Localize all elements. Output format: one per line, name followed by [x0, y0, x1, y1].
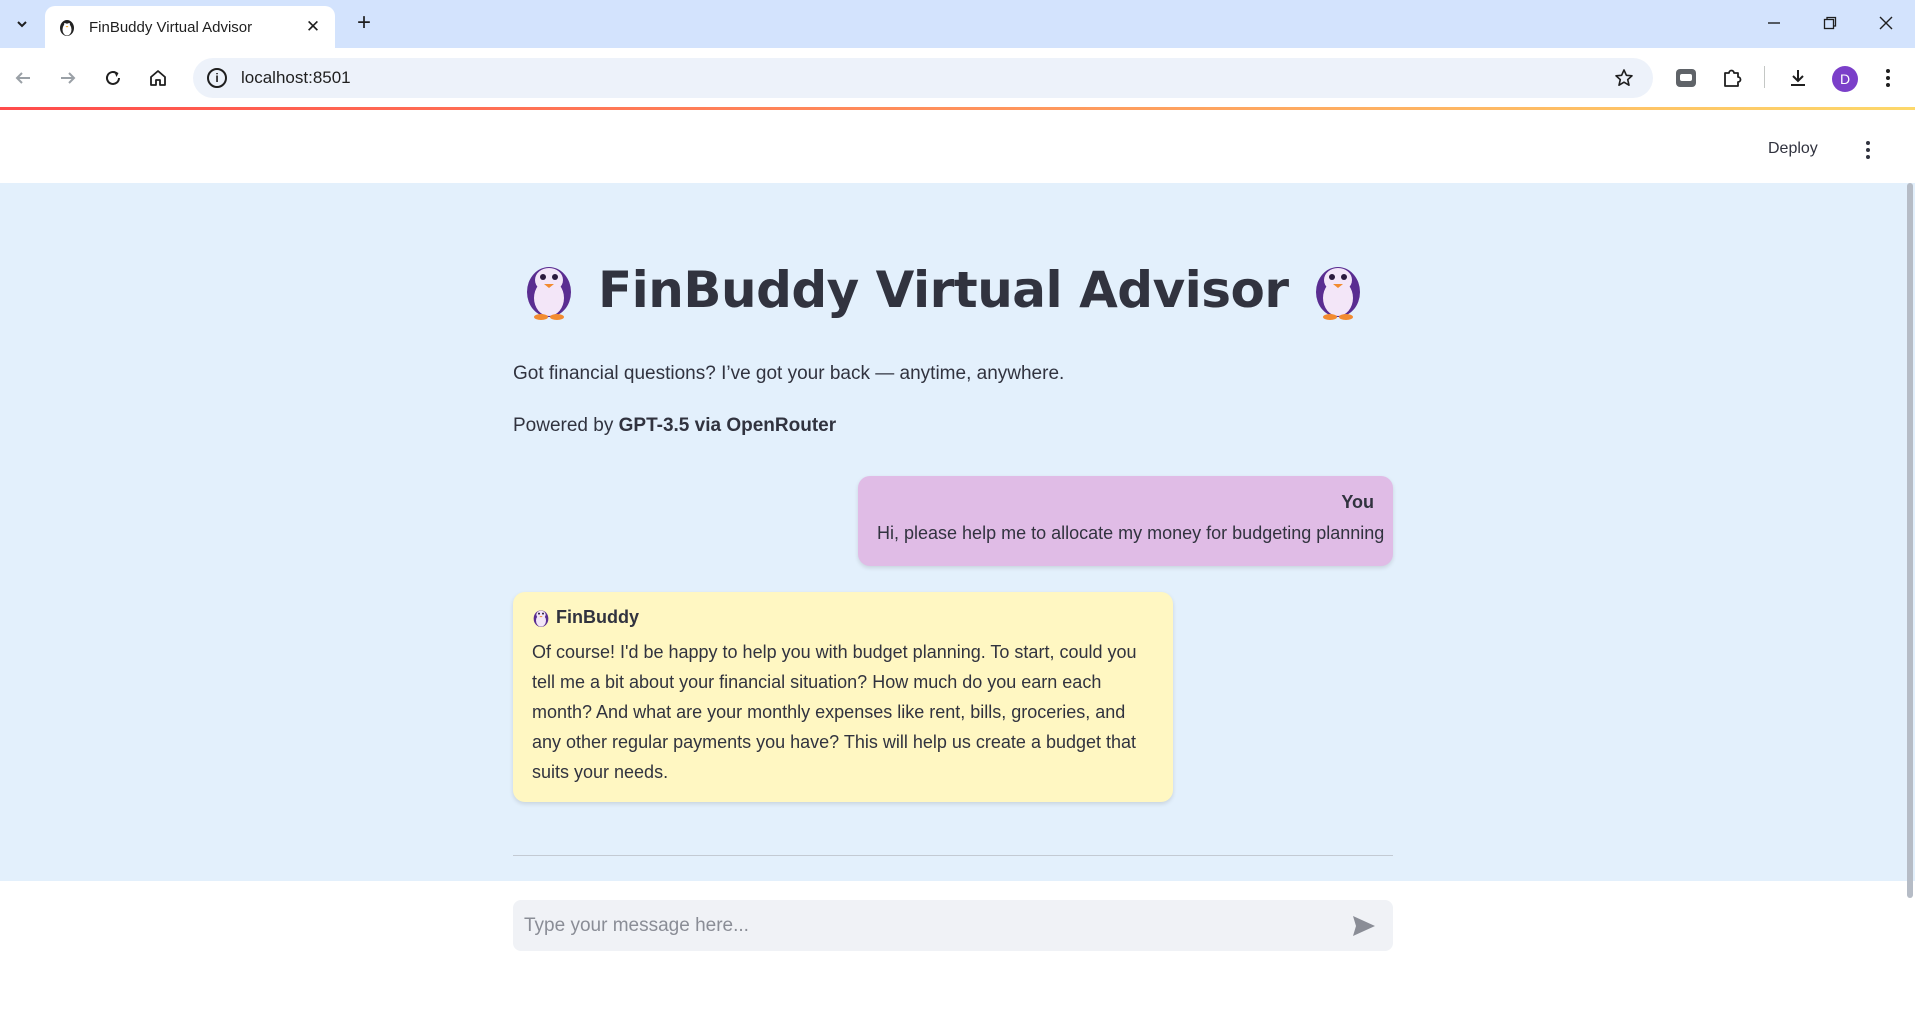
page-title-row: FinBuddy Virtual Advisor [522, 250, 1365, 330]
browser-menu-icon[interactable] [1872, 62, 1904, 94]
arrow-left-icon [15, 72, 30, 84]
penguin-icon [1315, 267, 1360, 320]
bookmark-star-icon[interactable] [1609, 68, 1639, 88]
minimize-icon [1768, 22, 1780, 24]
bot-message-header: FinBuddy [532, 607, 1154, 628]
divider [513, 855, 1393, 856]
penguin-icon [527, 267, 571, 320]
page-title: FinBuddy Virtual Advisor [598, 261, 1289, 319]
close-icon [1879, 16, 1893, 30]
close-window-button[interactable] [1866, 8, 1906, 38]
user-message-text: Hi, please help me to allocate my money … [877, 523, 1385, 543]
send-button[interactable] [1349, 911, 1379, 941]
page-subtitle: Got financial questions? I’ve got your b… [513, 363, 1065, 384]
tab-search-button[interactable] [8, 10, 36, 38]
address-bar[interactable]: i localhost:8501 [193, 58, 1653, 98]
bot-message-bubble: FinBuddy Of course! I'd be happy to help… [513, 592, 1173, 802]
chevron-down-icon [17, 21, 27, 28]
chat-input-container [513, 900, 1393, 951]
browser-tab-active[interactable]: FinBuddy Virtual Advisor ✕ [45, 6, 335, 48]
arrow-right-icon [61, 72, 76, 84]
penguin-icon [60, 20, 74, 36]
toolbar-separator [1764, 66, 1765, 88]
app-header: Deploy [0, 110, 1915, 183]
user-message-sender: You [1341, 492, 1374, 512]
scrollbar[interactable] [1907, 183, 1913, 898]
bot-message-text: Of course! I'd be happy to help you with… [532, 642, 1137, 782]
restore-icon [1823, 16, 1837, 30]
send-icon [1353, 915, 1375, 936]
tab-title: FinBuddy Virtual Advisor [89, 18, 253, 36]
profile-avatar[interactable]: D [1832, 66, 1858, 92]
forward-button[interactable] [52, 62, 84, 94]
browser-tab-bar: FinBuddy Virtual Advisor ✕ + [0, 0, 1915, 48]
chat-input[interactable] [524, 914, 1349, 937]
home-button[interactable] [142, 62, 174, 94]
browser-toolbar: i localhost:8501 [0, 48, 1915, 108]
powered-by-model: GPT-3.5 via OpenRouter [618, 415, 837, 436]
close-icon[interactable]: ✕ [303, 17, 323, 37]
new-tab-button[interactable]: + [350, 10, 378, 38]
powered-by-prefix: Powered by [513, 415, 619, 436]
penguin-icon [533, 609, 549, 627]
reload-icon [106, 70, 120, 85]
download-icon[interactable] [1782, 62, 1814, 94]
minimize-button[interactable] [1754, 8, 1794, 38]
bot-message-sender: FinBuddy [556, 607, 639, 627]
home-icon [150, 70, 166, 86]
url-text[interactable]: localhost:8501 [241, 68, 1609, 88]
site-info-icon[interactable]: i [207, 68, 227, 88]
powered-by-text: Powered by GPT-3.5 via OpenRouter [513, 415, 836, 437]
back-button[interactable] [7, 62, 39, 94]
extension-line-icon[interactable] [1670, 62, 1702, 94]
user-message-bubble: You Hi, please help me to allocate my mo… [858, 476, 1393, 566]
deploy-button[interactable]: Deploy [1768, 140, 1818, 158]
puzzle-icon[interactable] [1716, 62, 1748, 94]
app-menu-icon[interactable] [1856, 138, 1880, 162]
reload-button[interactable] [97, 62, 129, 94]
restore-button[interactable] [1810, 8, 1850, 38]
